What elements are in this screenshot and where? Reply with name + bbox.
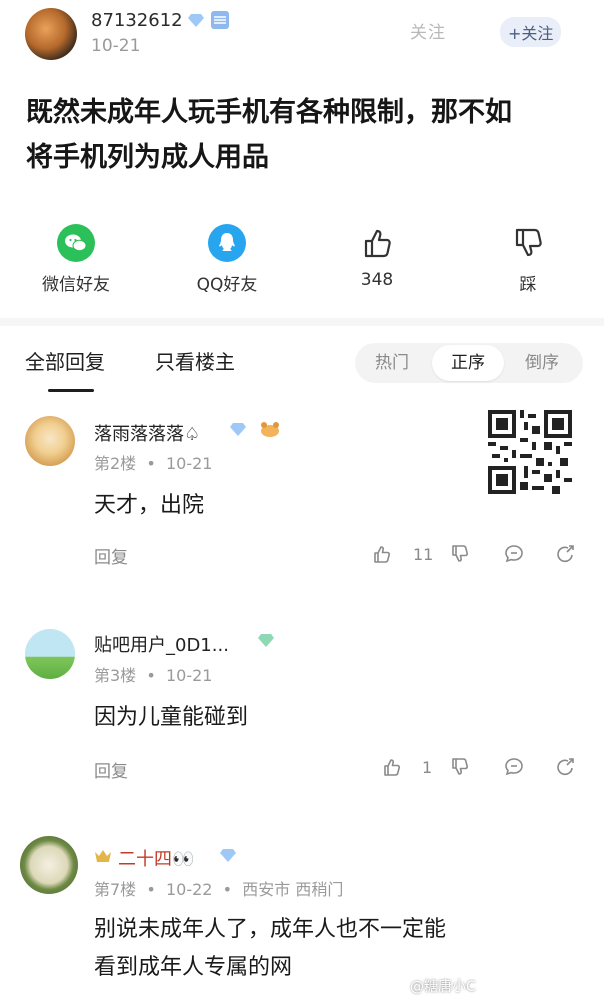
diamond-badge-icon	[258, 632, 274, 648]
commenter-name[interactable]: 贴吧用户_0D1...	[94, 631, 229, 657]
meta-dot: •	[217, 880, 238, 899]
comment-meta: 第2楼 • 10-21	[94, 450, 212, 474]
thumbs-down-icon[interactable]	[450, 756, 472, 778]
floor-number: 第7楼	[94, 880, 137, 899]
comment-date: 10-21	[165, 454, 213, 473]
tab-all-replies[interactable]: 全部回复	[25, 346, 105, 375]
thumbs-down-icon	[515, 228, 542, 257]
commenter-avatar[interactable]	[25, 629, 75, 679]
comment-date: 10-22	[165, 880, 213, 899]
post-text-line: 既然未成年人玩手机有各种限制，那不如	[26, 97, 512, 128]
comment-meta: 第7楼 • 10-22 • 西安市 西稍门	[94, 876, 343, 900]
sort-descending[interactable]: 倒序	[506, 343, 578, 383]
diamond-badge-icon	[220, 847, 236, 863]
tab-op-only[interactable]: 只看楼主	[155, 346, 235, 375]
post-date: 10-21	[91, 36, 141, 56]
watermark: @糖唐小C	[410, 979, 476, 995]
follow-label: 关注	[521, 24, 554, 43]
pet-badge-icon	[258, 420, 282, 438]
diamond-badge-icon	[188, 12, 204, 28]
share-icon[interactable]	[554, 756, 576, 778]
wechat-icon	[57, 224, 95, 262]
floor-number: 第3楼	[94, 666, 137, 685]
post-text-line: 将手机列为成人用品	[26, 142, 269, 173]
qq-icon	[208, 224, 246, 262]
sort-hot[interactable]: 热门	[356, 343, 428, 383]
dislike-button[interactable]: 踩	[468, 224, 588, 295]
meta-dot: •	[141, 666, 161, 685]
qr-code	[488, 410, 572, 494]
share-wechat-label: 微信好友	[42, 275, 110, 295]
comment-text-line: 看到成年人专属的网	[94, 955, 293, 980]
thumbs-up-icon[interactable]	[372, 543, 394, 565]
section-divider	[0, 318, 604, 326]
dislike-label: 踩	[519, 275, 537, 295]
diamond-badge-icon	[230, 421, 246, 437]
follow-ghost-text: 关注	[410, 23, 446, 43]
like-count: 348	[360, 270, 394, 290]
comment-like-count: 1	[422, 758, 433, 777]
follow-button[interactable]: +关注	[500, 17, 562, 47]
share-qq-label: QQ好友	[196, 275, 258, 295]
active-tab-indicator	[48, 389, 94, 392]
comment-location: 西安市 西稍门	[242, 880, 344, 899]
commenter-name[interactable]: 落雨落落落♤	[94, 420, 200, 446]
comment-text: 别说未成年人了，成年人也不一定能 看到成年人专属的网	[94, 911, 594, 987]
sort-ascending[interactable]: 正序	[432, 343, 504, 383]
commenter-name[interactable]: 二十四👀	[118, 845, 194, 871]
thumbs-up-icon	[364, 229, 391, 258]
comment-like-count: 11	[413, 545, 434, 564]
comment-text: 天才，出院	[94, 493, 205, 518]
meta-dot: •	[141, 880, 161, 899]
commenter-avatar[interactable]	[20, 836, 78, 894]
floor-number: 第2楼	[94, 454, 137, 473]
share-icon[interactable]	[554, 543, 576, 565]
comment-date: 10-21	[165, 666, 213, 685]
comment-icon[interactable]	[503, 756, 525, 778]
share-qq-button[interactable]: QQ好友	[167, 224, 287, 295]
author-name[interactable]: 87132612	[91, 10, 183, 31]
author-avatar[interactable]	[25, 8, 77, 60]
commenter-avatar[interactable]	[25, 416, 75, 466]
comment-text: 因为儿童能碰到	[94, 705, 249, 730]
thumbs-up-icon[interactable]	[382, 756, 404, 778]
post-content: 既然未成年人玩手机有各种限制，那不如 将手机列为成人用品	[26, 90, 586, 180]
comment-meta: 第3楼 • 10-21	[94, 662, 212, 686]
meta-dot: •	[141, 454, 161, 473]
crown-icon	[94, 848, 112, 864]
share-wechat-button[interactable]: 微信好友	[16, 224, 136, 295]
level-badge-icon	[211, 11, 229, 29]
comment-text-line: 别说未成年人了，成年人也不一定能	[94, 917, 447, 942]
thumbs-down-icon[interactable]	[450, 543, 472, 565]
comment-icon[interactable]	[503, 543, 525, 565]
reply-button[interactable]: 回复	[94, 543, 128, 568]
like-button[interactable]: 348	[317, 224, 437, 290]
reply-button[interactable]: 回复	[94, 757, 128, 782]
